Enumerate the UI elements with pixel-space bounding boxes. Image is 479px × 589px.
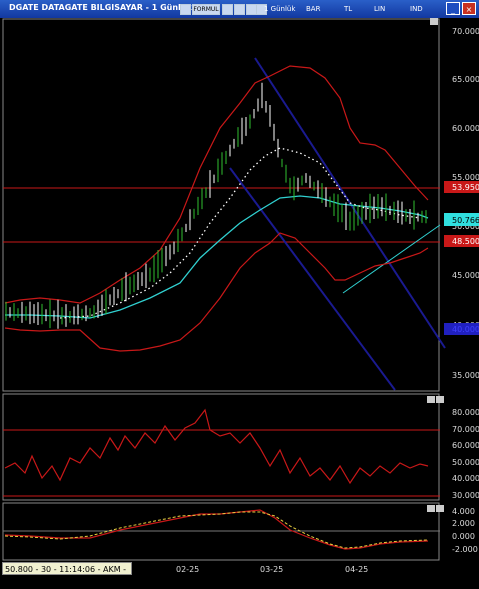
close-button[interactable]: ×: [462, 2, 476, 15]
date-label: 04-25: [345, 565, 368, 574]
moving-average: [5, 195, 429, 319]
minimize-button[interactable]: _: [446, 2, 460, 15]
tool-icon[interactable]: [222, 4, 233, 15]
axis-tick: -2.000: [452, 545, 478, 554]
axis-tick: 40.000: [452, 474, 479, 483]
tool-icon[interactable]: [234, 4, 245, 15]
lin-toggle[interactable]: LIN: [374, 5, 385, 13]
panel-button[interactable]: [427, 505, 435, 512]
axis-tick: 0.000: [452, 532, 475, 541]
bollinger-lower: [4, 232, 429, 352]
panel-button[interactable]: [436, 396, 444, 403]
upper-line-value: 53.950: [452, 183, 479, 192]
window-titlebar[interactable]: DGATE DATAGATE BILGISAYAR - 1 Günlük (.1…: [0, 0, 479, 18]
chart-area[interactable]: 70.000 65.000 60.000 55.000 50.000 45.00…: [0, 18, 479, 577]
tl-toggle[interactable]: TL: [344, 5, 352, 13]
axis-tick: 50.000: [452, 458, 479, 467]
axis-tick: 35.000: [452, 371, 479, 380]
ind-toggle[interactable]: IND: [410, 5, 423, 13]
status-bar: 50.800 - 30 - 11:14:06 - AKM - ZRY: [2, 562, 132, 587]
macd-signal-line: [4, 511, 429, 549]
axis-tick: 70.000: [452, 425, 479, 434]
panel-button[interactable]: [430, 18, 438, 25]
panel-button[interactable]: [427, 396, 435, 403]
axis-tick: 30.000: [452, 491, 479, 500]
last-price-value: 50.766: [452, 216, 479, 225]
rsi-line: [4, 408, 429, 485]
trend-line[interactable]: [342, 224, 441, 294]
formula-button[interactable]: FORMUL: [192, 4, 220, 15]
lower-line-value: 48.500: [452, 237, 479, 246]
panel-button[interactable]: [436, 505, 444, 512]
macd-line: [4, 509, 429, 550]
axis-tick: 45.000: [452, 271, 479, 280]
chart-type-icon[interactable]: [180, 4, 191, 15]
axis-tick: 55.000: [452, 173, 479, 182]
axis-tick: 2.000: [452, 519, 475, 528]
date-label: 03-25: [260, 565, 283, 574]
period-selector[interactable]: 1 Günlük: [264, 5, 295, 13]
axis-tick: 60.000: [452, 441, 479, 450]
rsi-panel-frame: [2, 393, 440, 501]
axis-tick: 4.000: [452, 507, 475, 516]
channel-marker-value: 40.000: [452, 325, 479, 334]
axis-tick: 70.000: [452, 27, 479, 36]
bollinger-upper: [4, 65, 429, 304]
bar-toggle[interactable]: BAR: [306, 5, 320, 13]
axis-tick: 60.000: [452, 124, 479, 133]
axis-tick: 65.000: [452, 75, 479, 84]
date-label: 02-25: [176, 565, 199, 574]
axis-tick: 80.000: [452, 408, 479, 417]
